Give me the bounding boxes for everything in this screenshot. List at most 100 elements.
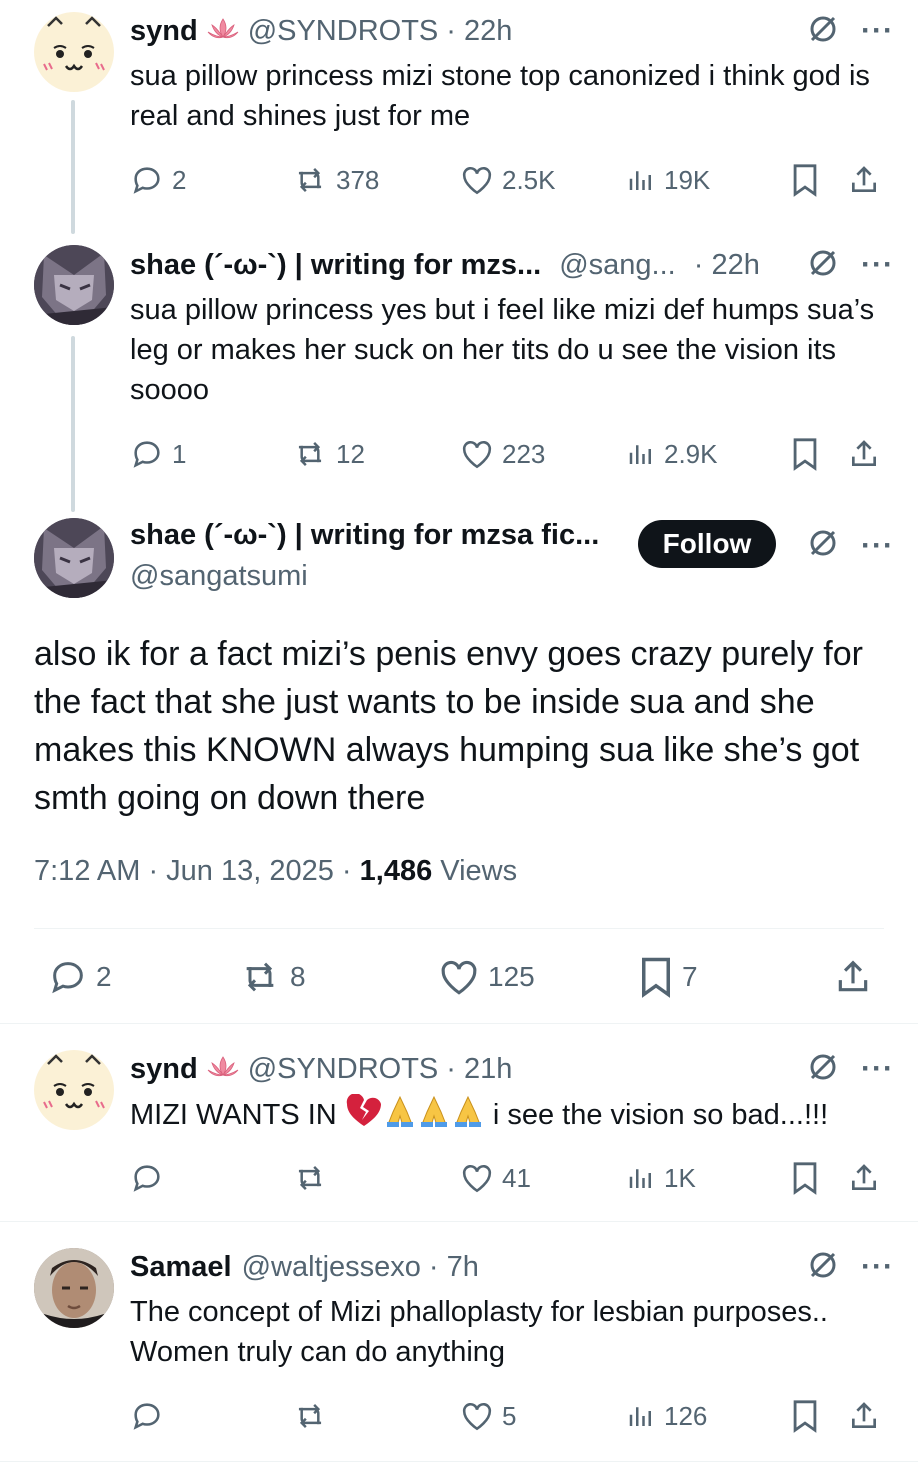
views-button[interactable]: 126 bbox=[626, 1398, 707, 1434]
repost-icon bbox=[298, 1404, 322, 1428]
reply-post[interactable]: Samael @waltjessexo · 7h ··· The concept… bbox=[0, 1222, 918, 1465]
like-icon bbox=[441, 960, 477, 995]
avatar[interactable] bbox=[34, 518, 114, 598]
share-button[interactable] bbox=[848, 1160, 880, 1196]
handle[interactable]: @sang... bbox=[559, 249, 676, 282]
reply-button[interactable] bbox=[130, 1160, 164, 1196]
repost-button[interactable]: 12 bbox=[292, 436, 365, 472]
views-icon bbox=[629, 1169, 651, 1188]
more-icon[interactable]: ··· bbox=[861, 250, 894, 280]
divider bbox=[34, 928, 884, 929]
views-count: 126 bbox=[664, 1400, 708, 1431]
avatar[interactable] bbox=[34, 1248, 114, 1328]
reply-count: 2 bbox=[96, 961, 112, 992]
share-button[interactable] bbox=[834, 955, 872, 999]
repost-button[interactable] bbox=[292, 1160, 328, 1196]
share-icon bbox=[852, 440, 876, 466]
share-button[interactable] bbox=[848, 436, 880, 472]
repost-button[interactable]: 8 bbox=[238, 955, 306, 999]
timestamp[interactable]: · 22h bbox=[694, 249, 760, 282]
bookmark-button[interactable] bbox=[790, 1398, 820, 1434]
repost-count: 12 bbox=[336, 438, 365, 469]
bookmark-icon bbox=[793, 438, 817, 471]
handle[interactable]: @sangatsumi bbox=[130, 560, 308, 593]
views-label: Views bbox=[432, 855, 518, 887]
views-button[interactable]: 1K bbox=[626, 1160, 696, 1196]
display-name[interactable]: synd bbox=[130, 1053, 198, 1086]
bookmark-icon bbox=[793, 1400, 817, 1433]
reply-icon bbox=[133, 167, 160, 194]
handle[interactable]: @waltjessexo bbox=[242, 1251, 421, 1284]
display-name[interactable]: Samael bbox=[130, 1251, 232, 1284]
grok-icon[interactable] bbox=[807, 13, 839, 50]
repost-count: 8 bbox=[290, 961, 306, 992]
share-button[interactable] bbox=[848, 162, 880, 198]
reply-button[interactable] bbox=[130, 1398, 164, 1434]
share-icon bbox=[852, 166, 876, 192]
more-icon[interactable]: ··· bbox=[861, 530, 894, 560]
action-bar: 41 1K bbox=[130, 1160, 888, 1196]
timestamp[interactable]: · 22h bbox=[446, 15, 512, 48]
action-bar: 2 8 125 7 bbox=[34, 955, 884, 999]
share-button[interactable] bbox=[848, 1398, 880, 1434]
like-icon bbox=[462, 167, 492, 195]
like-button[interactable]: 125 bbox=[438, 955, 535, 999]
broken-heart-emoji bbox=[345, 1093, 383, 1139]
timestamp[interactable]: 7:12 AM · Jun 13, 2025 · bbox=[34, 855, 360, 887]
like-icon bbox=[462, 441, 492, 469]
views-button[interactable]: 2.9K bbox=[626, 436, 718, 472]
post-text: MIZI WANTS IN i see the vision so bad...… bbox=[130, 1093, 888, 1139]
reply-button[interactable]: 2 bbox=[48, 955, 112, 999]
reply-post[interactable]: synd @SYNDROTS · 21h ··· MIZI WANTS IN i… bbox=[0, 1024, 918, 1220]
bookmark-icon bbox=[793, 1162, 817, 1195]
avatar[interactable] bbox=[34, 1050, 114, 1130]
reply-count: 1 bbox=[172, 438, 187, 469]
more-icon[interactable]: ··· bbox=[861, 1054, 894, 1084]
post-meta: 7:12 AM · Jun 13, 2025 · 1,486 Views bbox=[34, 855, 517, 888]
reply-post[interactable]: synd @SYNDROTS · 22h ··· sua pillow prin… bbox=[0, 0, 918, 230]
reply-button[interactable]: 2 bbox=[130, 162, 186, 198]
timestamp[interactable]: · 21h bbox=[446, 1053, 512, 1086]
grok-icon[interactable] bbox=[807, 247, 839, 284]
lotus-badge-icon bbox=[206, 1055, 240, 1084]
folded-hands-emoji bbox=[451, 1094, 485, 1139]
post-text: sua pillow princess mizi stone top canon… bbox=[130, 60, 870, 132]
action-bar: 2 378 2.5K 19K bbox=[130, 162, 888, 198]
grok-icon[interactable] bbox=[807, 1051, 839, 1088]
repost-count: 378 bbox=[336, 164, 380, 195]
like-button[interactable]: 2.5K bbox=[460, 162, 556, 198]
handle[interactable]: @SYNDROTS bbox=[248, 15, 439, 48]
repost-button[interactable]: 378 bbox=[292, 162, 379, 198]
folded-hands-emoji bbox=[383, 1094, 417, 1139]
display-name[interactable]: shae (´-ω-`) | writing for mzsa fic... bbox=[130, 519, 599, 552]
like-button[interactable]: 5 bbox=[460, 1398, 516, 1434]
more-icon[interactable]: ··· bbox=[861, 16, 894, 46]
like-button[interactable]: 41 bbox=[460, 1160, 531, 1196]
handle[interactable]: @SYNDROTS bbox=[248, 1053, 439, 1086]
display-name[interactable]: shae (´-ω-`) | writing for mzs... bbox=[130, 249, 541, 282]
views-icon bbox=[629, 1407, 651, 1426]
timestamp[interactable]: · 7h bbox=[429, 1251, 479, 1284]
avatar[interactable] bbox=[34, 245, 114, 325]
views-button[interactable]: 19K bbox=[626, 162, 710, 198]
bookmark-button[interactable] bbox=[790, 162, 820, 198]
more-icon[interactable]: ··· bbox=[861, 1252, 894, 1282]
divider bbox=[0, 1461, 918, 1462]
views-icon bbox=[629, 171, 651, 190]
repost-button[interactable] bbox=[292, 1398, 328, 1434]
bookmark-button[interactable] bbox=[790, 1160, 820, 1196]
display-name[interactable]: synd bbox=[130, 15, 198, 48]
reply-post[interactable]: shae (´-ω-`) | writing for mzs... @sang.… bbox=[0, 240, 918, 510]
follow-button[interactable]: Follow bbox=[638, 520, 776, 568]
bookmark-button[interactable]: 7 bbox=[638, 955, 698, 999]
bookmark-button[interactable] bbox=[790, 436, 820, 472]
like-icon bbox=[462, 1165, 492, 1193]
post-text: also ik for a fact mizi’s penis envy goe… bbox=[34, 635, 863, 817]
grok-icon[interactable] bbox=[807, 1249, 839, 1286]
grok-icon[interactable] bbox=[807, 527, 839, 564]
action-bar: 5 126 bbox=[130, 1398, 888, 1434]
reply-button[interactable]: 1 bbox=[130, 436, 186, 472]
like-button[interactable]: 223 bbox=[460, 436, 545, 472]
repost-icon bbox=[246, 962, 274, 992]
avatar[interactable] bbox=[34, 12, 114, 92]
